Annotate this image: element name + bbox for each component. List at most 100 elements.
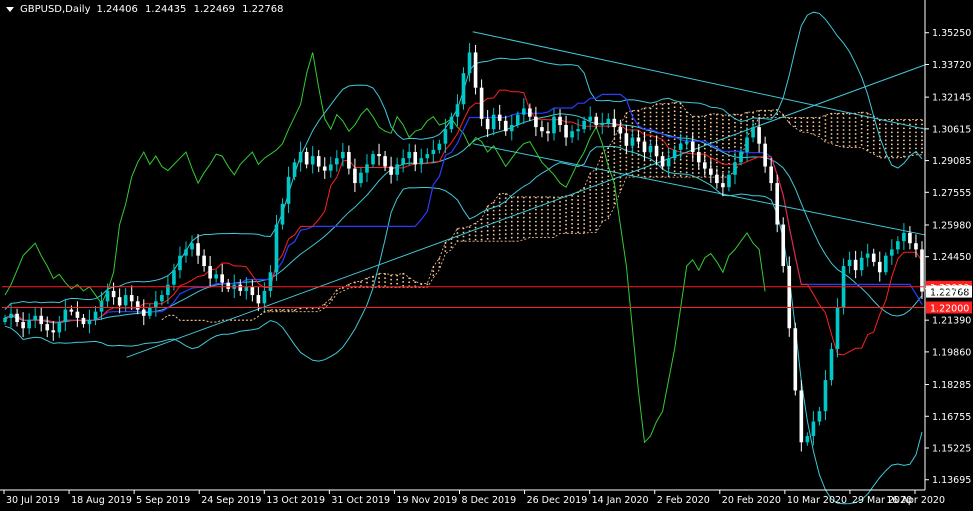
candle-body xyxy=(244,286,249,291)
candle-body xyxy=(190,243,194,250)
candle-body xyxy=(588,116,592,121)
candle-body xyxy=(395,164,399,175)
candle-body xyxy=(359,172,363,184)
candle-body xyxy=(817,411,822,422)
candle-body xyxy=(522,108,526,115)
candle-body xyxy=(600,122,605,126)
candle-body xyxy=(238,284,243,291)
candle-body xyxy=(377,154,381,157)
y-tick-label: 1.22920 xyxy=(932,284,971,295)
candle-body xyxy=(769,166,773,184)
candle-body xyxy=(612,118,617,128)
candle-body xyxy=(69,309,74,312)
candle-body xyxy=(256,295,261,304)
candle-body xyxy=(835,307,840,349)
open-value: 1.24406 xyxy=(96,4,138,15)
candle-body xyxy=(552,116,556,134)
candle-body xyxy=(883,255,888,273)
y-tick-label: 1.24450 xyxy=(932,252,971,263)
candle-body xyxy=(570,131,574,138)
price-chart[interactable]: 1.230001.220001.22768 1.352501.337201.32… xyxy=(0,0,973,511)
candle-body xyxy=(160,295,164,302)
candle-body xyxy=(117,297,122,306)
candle-body xyxy=(322,166,327,171)
candle-body xyxy=(853,259,858,271)
candle-body xyxy=(413,151,418,165)
candle-body xyxy=(286,176,291,204)
candle-body xyxy=(154,301,158,308)
y-tick-label: 1.30615 xyxy=(932,124,971,135)
y-tick-label: 1.15225 xyxy=(932,444,971,455)
candle-body xyxy=(715,174,719,184)
candle-body xyxy=(672,149,677,159)
candle-body xyxy=(81,317,86,325)
candle-body xyxy=(696,151,701,163)
candle-body xyxy=(51,330,56,333)
candle-body xyxy=(401,158,405,165)
candle-body xyxy=(558,116,562,126)
candle-body xyxy=(63,309,68,323)
x-tick-label: 10 Mar 2020 xyxy=(787,495,847,506)
candle-body xyxy=(564,125,568,138)
x-tick-label: 2 Feb 2020 xyxy=(657,495,710,506)
candle-body xyxy=(455,104,460,117)
candle-body xyxy=(666,158,671,167)
candle-body xyxy=(733,162,737,175)
candle-body xyxy=(250,286,255,296)
candle-body xyxy=(123,295,128,306)
candle-body xyxy=(787,266,792,329)
candle-body xyxy=(316,156,321,167)
high-value: 1.24435 xyxy=(145,4,187,15)
chart-background xyxy=(0,0,973,511)
y-tick-label: 1.13695 xyxy=(932,475,971,486)
candle-body xyxy=(371,154,375,165)
candle-body xyxy=(147,307,152,316)
candle-body xyxy=(9,313,13,318)
candle-body xyxy=(135,301,140,310)
candle-body xyxy=(859,257,864,271)
candle-body xyxy=(485,118,490,130)
candle-body xyxy=(437,143,442,150)
candle-body xyxy=(274,224,279,273)
candle-body xyxy=(582,120,586,130)
candle-body xyxy=(310,156,315,165)
candle-body xyxy=(353,168,357,184)
x-tick-label: 5 Sep 2019 xyxy=(136,495,190,506)
candle-body xyxy=(129,295,134,302)
candle-body xyxy=(678,143,683,150)
candle-body xyxy=(111,290,116,298)
candle-body xyxy=(739,151,743,163)
candle-body xyxy=(920,249,924,292)
candle-body xyxy=(202,255,206,267)
candle-body xyxy=(660,156,665,167)
candle-body xyxy=(461,73,466,105)
candle-body xyxy=(208,266,212,279)
candle-body xyxy=(763,143,767,167)
candle-body xyxy=(57,322,62,333)
chart-title[interactable]: GBPUSD,Daily 1.24406 1.24435 1.22469 1.2… xyxy=(6,4,288,15)
candle-body xyxy=(540,127,544,132)
candle-body xyxy=(528,108,532,117)
candle-body xyxy=(877,261,882,273)
candle-body xyxy=(99,301,104,312)
candle-body xyxy=(509,125,514,132)
candle-body xyxy=(491,114,496,130)
candle-body xyxy=(262,290,267,304)
candle-body xyxy=(304,151,309,165)
candle-body xyxy=(727,174,731,188)
y-tick-label: 1.25980 xyxy=(932,220,971,231)
candle-body xyxy=(594,116,599,126)
candle-body xyxy=(829,348,834,381)
dropdown-arrow-icon[interactable] xyxy=(6,7,14,12)
candle-body xyxy=(75,311,80,318)
candle-body xyxy=(467,52,472,74)
candle-body xyxy=(871,253,876,262)
candle-body xyxy=(184,249,188,256)
candle-body xyxy=(419,158,424,165)
symbol-label: GBPUSD,Daily xyxy=(20,4,91,15)
y-tick-label: 1.29085 xyxy=(932,156,971,167)
candle-body xyxy=(503,120,508,132)
candle-body xyxy=(606,118,611,123)
x-tick-label: 19 Nov 2019 xyxy=(396,495,457,506)
candle-body xyxy=(902,232,906,242)
